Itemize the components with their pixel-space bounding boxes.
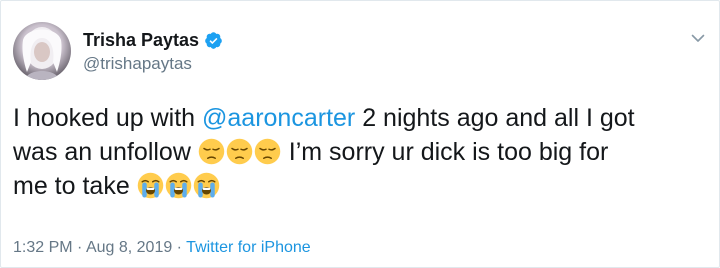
tweet-card: Trisha Paytas @trishapaytas I hooked up … [0,0,720,268]
text-segment: was an unfollow [13,138,198,166]
loudly-crying-face-emoji-icon [193,172,219,199]
crying-emoji-group [137,172,221,200]
tweet-text: I hooked up with @aaroncarter 2 nights a… [13,101,713,203]
pensive-face-emoji-icon [254,138,281,165]
tweet-time[interactable]: 1:32 PM [13,239,73,256]
tweet-meta: 1:32 PM · Aug 8, 2019 · Twitter for iPho… [13,238,311,258]
display-name[interactable]: Trisha Paytas [83,29,199,51]
name-row: Trisha Paytas [83,29,223,51]
meta-separator: · [72,239,86,256]
loudly-crying-face-emoji-icon [137,172,163,199]
text-segment: I hooked up with [13,104,203,132]
user-handle[interactable]: @trishapaytas [83,53,223,75]
tweet-line-2: was an unfollow I’m sorry ur dick is too… [13,135,713,169]
verified-badge-icon [205,31,222,49]
pensive-emoji-group [198,138,282,166]
avatar-image [22,27,62,80]
tweet-source-link[interactable]: Twitter for iPhone [186,239,311,256]
text-segment: 2 nights ago and all I got [355,104,635,132]
text-segment: me to take [13,172,137,200]
tweet-date[interactable]: Aug 8, 2019 [86,239,172,256]
pensive-face-emoji-icon [226,138,253,165]
mention-link[interactable]: @aaroncarter [202,104,355,132]
chevron-down-icon[interactable] [691,31,705,45]
tweet-line-3: me to take [13,169,713,203]
user-info: Trisha Paytas @trishapaytas [83,29,223,75]
pensive-face-emoji-icon [198,138,225,165]
avatar[interactable] [13,22,71,80]
loudly-crying-face-emoji-icon [165,172,191,199]
text-segment: I’m sorry ur dick is too big for [281,138,609,166]
tweet-line-1: I hooked up with @aaroncarter 2 nights a… [13,101,713,135]
meta-separator: · [172,239,187,256]
